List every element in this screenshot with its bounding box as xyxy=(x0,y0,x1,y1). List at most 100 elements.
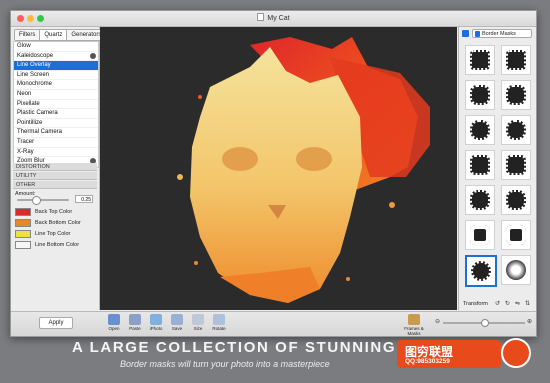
filter-item[interactable]: Tracer xyxy=(14,138,98,148)
mask-thumbnail[interactable] xyxy=(465,115,495,145)
color-label: Back Top Color xyxy=(35,209,73,215)
mask-shape xyxy=(470,190,490,210)
iphoto-button[interactable]: iPhoto xyxy=(147,314,165,331)
toolbar-button-label: Rotate xyxy=(212,326,226,331)
filter-item[interactable]: Kaleidoscope xyxy=(14,52,98,62)
frames-masks-icon xyxy=(408,314,420,325)
section-other[interactable]: OTHER xyxy=(13,181,97,189)
mask-thumbnail[interactable] xyxy=(465,255,497,287)
color-swatch[interactable] xyxy=(15,208,31,216)
mask-thumbnail[interactable] xyxy=(501,45,531,75)
toolbar-button-label: Open xyxy=(108,326,120,331)
save-button[interactable]: Save xyxy=(168,314,186,331)
folder-icon xyxy=(108,314,120,325)
toolbar-button-label: Size xyxy=(193,326,203,331)
masks-enabled-checkbox[interactable] xyxy=(462,30,469,37)
mask-shape xyxy=(506,50,526,70)
splash-dot xyxy=(389,202,395,208)
window-title: My Cat xyxy=(11,13,536,22)
mask-thumbnail[interactable] xyxy=(465,150,495,180)
mask-shape xyxy=(470,85,490,105)
mask-thumbnail[interactable] xyxy=(465,185,495,215)
flip-horizontal-icon[interactable]: ⇋ xyxy=(515,300,520,307)
color-row: Back Bottom Color xyxy=(15,218,95,228)
color-swatch[interactable] xyxy=(15,230,31,238)
promo-subline: Border masks will turn your photo into a… xyxy=(120,359,330,369)
color-swatch[interactable] xyxy=(15,241,31,249)
filter-list: Glow Kaleidoscope Line Overlay Line Screen M… xyxy=(13,41,99,168)
filter-item[interactable]: Glow xyxy=(14,42,98,52)
mask-thumbnail[interactable] xyxy=(501,185,531,215)
rotate-icon xyxy=(213,314,225,325)
iphoto-icon xyxy=(150,314,162,325)
toolbar-button-label: Save xyxy=(171,326,183,331)
amount-value-field[interactable]: 0.25 xyxy=(75,195,93,203)
tab-quartz[interactable]: Quartz xyxy=(40,30,68,40)
section-label: OTHER xyxy=(16,182,36,188)
mask-thumbnail[interactable] xyxy=(501,80,531,110)
masks-panel: Border Masks Transform ↺ ↻ ⇋ ⇅ xyxy=(458,27,536,310)
toolbar-button-label: Paste xyxy=(129,326,141,331)
size-button[interactable]: Size xyxy=(189,314,207,331)
zoom-out-icon[interactable]: ⊖ xyxy=(435,318,440,325)
mask-thumbnail[interactable] xyxy=(465,45,495,75)
filter-item[interactable]: Pointillize xyxy=(14,119,98,129)
filter-item-label: Line Overlay xyxy=(17,62,51,69)
cat-eye-left xyxy=(222,147,258,171)
zoom-slider[interactable] xyxy=(443,319,525,327)
watermark-qq: QQ:985303259 xyxy=(405,358,450,365)
filter-item[interactable]: Neon xyxy=(14,90,98,100)
color-row: Line Top Color xyxy=(15,229,95,239)
window-title-text: My Cat xyxy=(267,15,290,22)
flip-vertical-icon[interactable]: ⇅ xyxy=(525,300,530,307)
mask-thumbnail[interactable] xyxy=(465,80,495,110)
color-controls: Back Top Color Back Bottom Color Line Top … xyxy=(15,207,95,251)
filter-item[interactable]: Line Screen xyxy=(14,71,98,81)
mask-thumbnail[interactable] xyxy=(501,255,531,285)
paste-button[interactable]: Paste xyxy=(126,314,144,331)
color-label: Back Bottom Color xyxy=(35,220,81,226)
frames-masks-button[interactable]: Frames & Masks xyxy=(399,314,429,336)
cat-eye-right xyxy=(296,147,332,171)
mask-thumbnail[interactable] xyxy=(465,220,495,250)
color-row: Back Top Color xyxy=(15,207,95,217)
image-canvas[interactable] xyxy=(100,27,457,310)
mask-shape xyxy=(506,155,526,175)
section-distortion[interactable]: DISTORTION xyxy=(13,163,97,171)
filter-item[interactable]: Monochrome xyxy=(14,80,98,90)
filter-item-label: Neon xyxy=(17,90,32,97)
open-button[interactable]: Open xyxy=(105,314,123,331)
info-icon[interactable] xyxy=(90,52,96,59)
apply-button[interactable]: Apply xyxy=(39,317,73,329)
mask-type-dropdown[interactable]: Border Masks xyxy=(472,29,532,38)
filter-item-label: Thermal Camera xyxy=(17,129,63,136)
filter-item-label: X-Ray xyxy=(17,148,34,155)
filter-item[interactable]: Plastic Camera xyxy=(14,109,98,119)
mask-thumbnail[interactable] xyxy=(501,220,531,250)
bottom-toolbar: Apply Open Paste iPhoto Save Size Rotate Fram… xyxy=(11,311,536,336)
rotate-left-icon[interactable]: ↺ xyxy=(495,300,500,307)
rotate-button[interactable]: Rotate xyxy=(210,314,228,331)
filter-item[interactable]: Pixellate xyxy=(14,100,98,110)
filter-item[interactable]: X-Ray xyxy=(14,148,98,158)
mask-thumbnail[interactable] xyxy=(501,115,531,145)
filter-item[interactable]: Thermal Camera xyxy=(14,128,98,138)
splash-dot xyxy=(194,261,198,265)
cat-face xyxy=(190,47,362,303)
mask-shape xyxy=(471,261,491,281)
mask-thumbnail[interactable] xyxy=(501,150,531,180)
slider-knob[interactable] xyxy=(32,196,42,205)
zoom-knob[interactable] xyxy=(481,319,489,327)
amount-slider[interactable] xyxy=(17,196,69,205)
tab-filters[interactable]: Filters xyxy=(15,30,41,40)
filter-item[interactable]: Line Overlay xyxy=(14,61,98,71)
splash-dot xyxy=(198,95,202,99)
zoom-in-icon[interactable]: ⊕ xyxy=(527,318,532,325)
splash-dot xyxy=(177,174,183,180)
mask-shape xyxy=(506,190,526,210)
amount-label: Amount: xyxy=(15,191,36,197)
frames-masks-label: Frames & Masks xyxy=(404,326,424,336)
rotate-right-icon[interactable]: ↻ xyxy=(505,300,510,307)
section-utility[interactable]: UTILITY xyxy=(13,172,97,180)
color-swatch[interactable] xyxy=(15,219,31,227)
